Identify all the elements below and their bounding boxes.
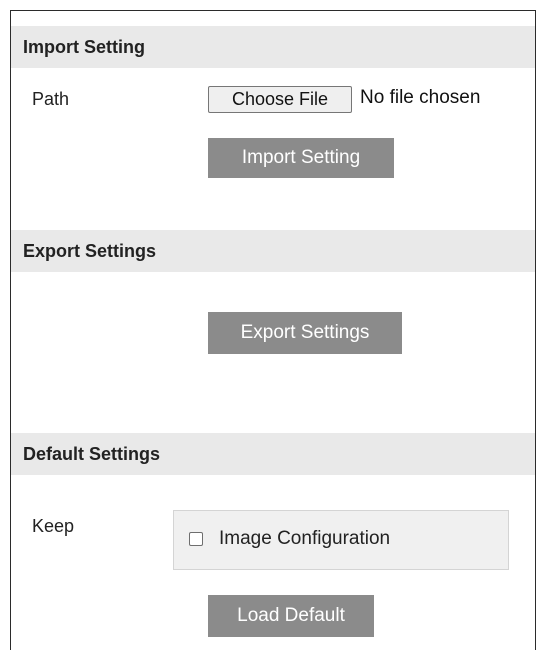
- export-section-title: Export Settings: [23, 240, 157, 261]
- export-section-header: Export Settings: [11, 230, 535, 272]
- keep-label: Keep: [32, 516, 75, 536]
- file-status-text: No file chosen: [360, 87, 481, 108]
- path-label: Path: [32, 89, 70, 109]
- import-section-header: Import Setting: [11, 26, 535, 68]
- default-section-title: Default Settings: [23, 443, 161, 464]
- image-configuration-checkbox[interactable]: [189, 532, 203, 546]
- default-section-header: Default Settings: [11, 433, 535, 475]
- import-section-title: Import Setting: [23, 36, 145, 57]
- import-setting-button[interactable]: Import Setting: [208, 138, 394, 178]
- choose-file-button[interactable]: Choose File: [208, 86, 352, 113]
- load-default-button[interactable]: Load Default: [208, 595, 374, 637]
- image-configuration-label[interactable]: Image Configuration: [219, 528, 390, 550]
- keep-options-box: Image Configuration: [173, 510, 509, 570]
- export-settings-button[interactable]: Export Settings: [208, 312, 402, 354]
